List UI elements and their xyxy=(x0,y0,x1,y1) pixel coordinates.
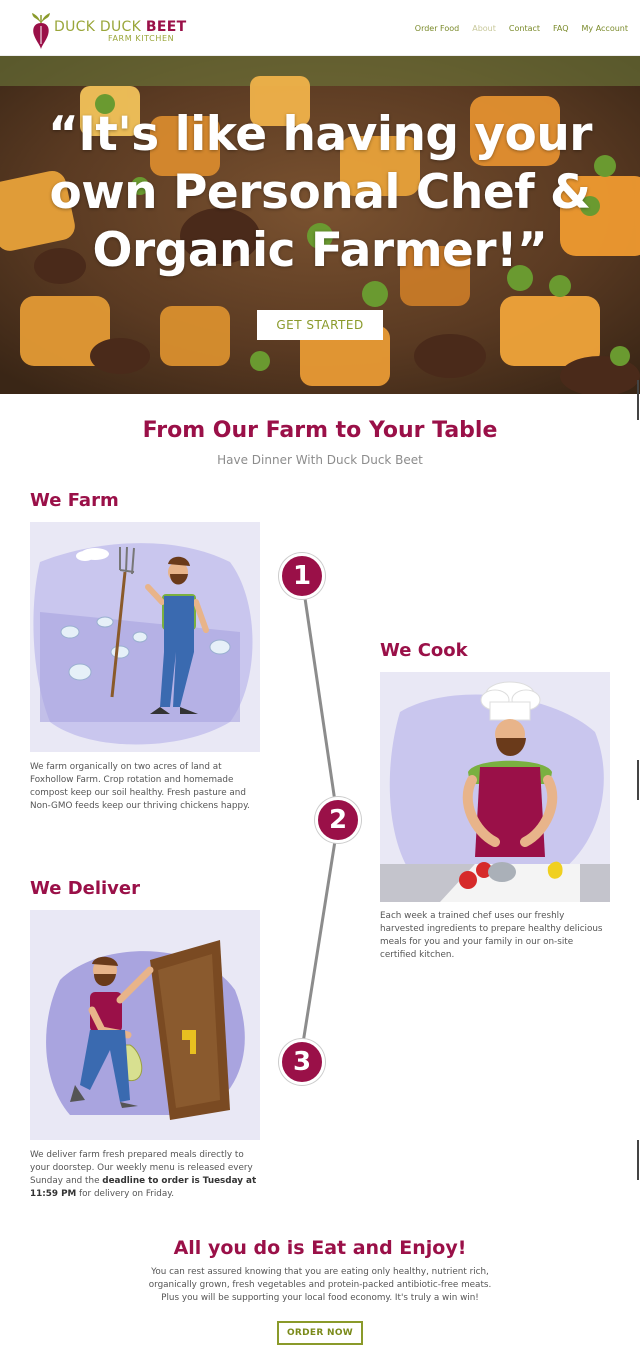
nav-order-food[interactable]: Order Food xyxy=(415,24,459,33)
order-now-button[interactable]: ORDER NOW xyxy=(277,1321,363,1345)
scroll-indicator[interactable] xyxy=(637,380,639,420)
site-logo[interactable]: DUCK DUCK BEET FARM KITCHEN xyxy=(30,9,186,49)
main-nav: Order Food About Contact FAQ My Account xyxy=(415,0,640,56)
step-text-cook: Each week a trained chef uses our freshl… xyxy=(380,911,603,960)
site-header: DUCK DUCK BEET FARM KITCHEN Order Food A… xyxy=(0,0,640,56)
enjoy-text: You can rest assured knowing that you ar… xyxy=(148,1267,492,1303)
nav-my-account[interactable]: My Account xyxy=(582,24,628,33)
enjoy-title: All you do is Eat and Enjoy! xyxy=(173,1237,467,1259)
scroll-indicator[interactable] xyxy=(637,760,639,800)
beet-logo-icon xyxy=(32,13,50,49)
step-title-cook: We Cook xyxy=(380,640,468,661)
deliver-text-b: for delivery on Friday. xyxy=(76,1189,175,1199)
step-text-deliver: We deliver farm fresh prepared meals dir… xyxy=(30,1149,260,1201)
nav-faq[interactable]: FAQ xyxy=(553,24,569,33)
step-number-3: 3 xyxy=(279,1039,325,1085)
step-text-farm: We farm organically on two acres of land… xyxy=(30,762,250,811)
deliver-illustration xyxy=(30,910,260,1140)
step-title-farm: We Farm xyxy=(30,490,119,511)
hero-banner: “It's like having your own Personal Chef… xyxy=(0,56,640,394)
section-title: From Our Farm to Your Table xyxy=(142,418,498,443)
farm-illustration xyxy=(30,522,260,752)
nav-contact[interactable]: Contact xyxy=(509,24,540,33)
step-number-1: 1 xyxy=(279,553,325,599)
get-started-button[interactable]: GET STARTED xyxy=(257,310,383,340)
hero-quote: “It's like having your own Personal Chef… xyxy=(48,107,592,278)
logo-text-duck: DUCK DUCK xyxy=(54,19,146,35)
cook-illustration xyxy=(380,672,610,902)
nav-about[interactable]: About xyxy=(472,24,496,33)
scroll-indicator[interactable] xyxy=(637,1140,639,1180)
section-subtitle: Have Dinner With Duck Duck Beet xyxy=(217,453,423,467)
logo-text-beet: BEET xyxy=(145,19,187,35)
step-title-deliver: We Deliver xyxy=(30,878,140,899)
step-number-2: 2 xyxy=(315,797,361,843)
logo-tagline: FARM KITCHEN xyxy=(108,34,175,43)
